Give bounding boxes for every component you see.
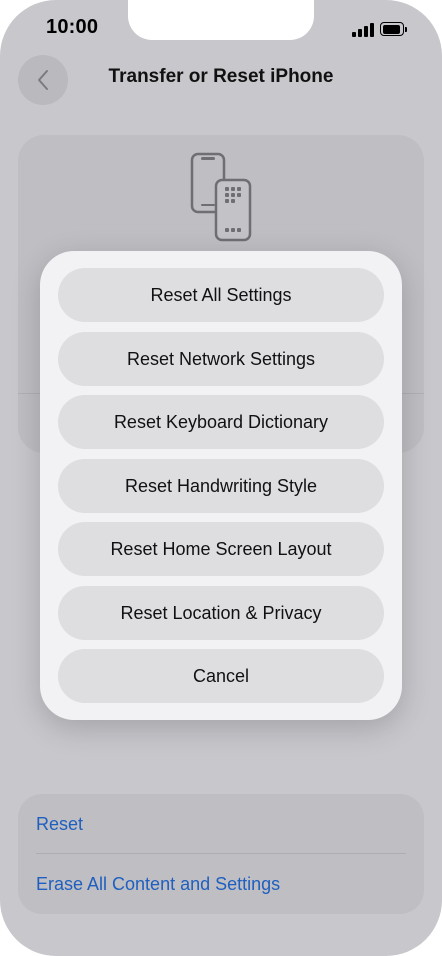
reset-all-settings-button[interactable]: Reset All Settings [58, 268, 384, 322]
page-title: Transfer or Reset iPhone [108, 66, 334, 87]
cellular-signal-icon [352, 23, 376, 37]
phone-screen: 10:00 Transfer or Reset iPhone Reset Era… [0, 0, 442, 956]
status-time: 10:00 [46, 16, 99, 38]
reset-keyboard-dictionary-button[interactable]: Reset Keyboard Dictionary [58, 395, 384, 449]
reset-location-privacy-button[interactable]: Reset Location & Privacy [58, 586, 384, 640]
reset-handwriting-style-button[interactable]: Reset Handwriting Style [58, 459, 384, 513]
iphone-transfer-icon [190, 152, 252, 242]
reset-action-sheet: Reset All Settings Reset Network Setting… [40, 251, 402, 720]
erase-all-content-link[interactable]: Erase All Content and Settings [36, 874, 280, 895]
list-divider [36, 853, 406, 854]
reset-network-settings-button[interactable]: Reset Network Settings [58, 332, 384, 386]
dynamic-notch [128, 0, 314, 40]
reset-home-screen-layout-button[interactable]: Reset Home Screen Layout [58, 522, 384, 576]
reset-link[interactable]: Reset [36, 814, 83, 835]
cancel-button[interactable]: Cancel [58, 649, 384, 703]
reset-options-list [18, 794, 424, 914]
battery-icon [380, 22, 407, 36]
